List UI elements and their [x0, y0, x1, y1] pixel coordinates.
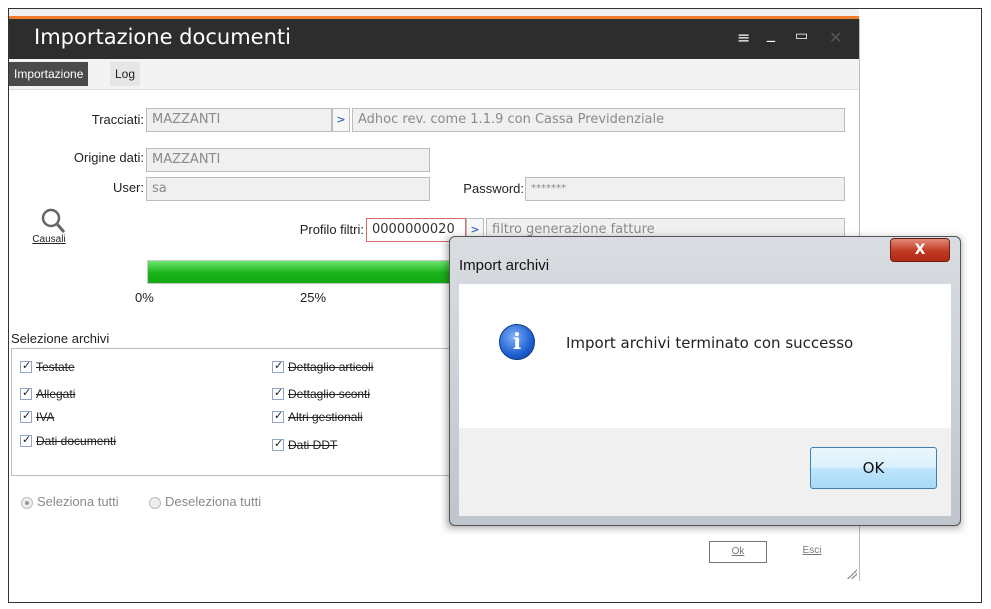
checkbox-testate[interactable]: ✓ Testate — [20, 359, 75, 377]
dialog-close-button[interactable]: X — [890, 238, 950, 262]
menu-icon[interactable]: ≡ — [737, 28, 750, 47]
maximize-icon[interactable]: ▭ — [795, 28, 808, 44]
progress-tick-0: 0% — [135, 290, 154, 305]
selezione-label: Selezione archivi — [11, 331, 110, 346]
selezione-group: ✓ Testate ✓ Dettaglio articoli ✓ Allegati ✓… — [11, 348, 456, 476]
dialog-message: Import archivi terminato con successo — [566, 334, 854, 352]
origine-field[interactable]: MAZZANTI — [146, 148, 430, 172]
checkbox-dettaglio-sconti[interactable]: ✓ Dettaglio sconti — [272, 386, 370, 404]
close-icon[interactable]: ✕ — [829, 28, 842, 47]
exit-button[interactable]: Esci — [787, 541, 837, 561]
password-field[interactable]: ******* — [525, 177, 845, 201]
import-archivi-dialog: Import archivi X i Import archivi termin… — [449, 236, 961, 526]
dialog-title: Import archivi — [459, 257, 550, 274]
origine-label: Origine dati: — [73, 150, 144, 165]
minimize-icon[interactable]: _ — [767, 23, 775, 42]
tab-importazione[interactable]: Importazione — [9, 62, 89, 86]
window-titlebar: Importazione documenti ≡ _ ▭ ✕ — [9, 19, 859, 59]
causali-label[interactable]: Causali — [29, 234, 69, 245]
profilo-label: Profilo filtri: — [299, 222, 364, 237]
dialog-body: i Import archivi terminato con successo — [459, 284, 951, 428]
ok-underlying-button[interactable]: Ok — [709, 541, 767, 563]
tab-log[interactable]: Log — [110, 62, 141, 86]
checkbox-dettaglio-articoli[interactable]: ✓ Dettaglio articoli — [272, 359, 373, 377]
password-label: Password: — [463, 181, 524, 196]
checkbox-dati-ddt[interactable]: ✓ Dati DDT — [272, 437, 337, 455]
dialog-footer: OK — [459, 428, 951, 516]
checkbox-iva[interactable]: ✓ IVA — [20, 409, 54, 427]
tracciati-label: Tracciati: — [91, 112, 144, 127]
radio-seleziona-tutti[interactable]: Seleziona tutti — [21, 494, 119, 509]
progress-tick-25: 25% — [300, 290, 327, 305]
resize-grip[interactable] — [847, 569, 857, 579]
checkbox-dati-documenti[interactable]: ✓ Dati documenti — [20, 433, 116, 451]
tab-bar: Importazione Log — [9, 59, 859, 89]
ok-button[interactable]: OK — [810, 447, 937, 489]
user-label: User: — [112, 180, 144, 195]
radio-deseleziona-tutti[interactable]: Deseleziona tutti — [149, 494, 261, 509]
user-field[interactable]: sa — [146, 177, 430, 201]
tracciati-lookup-button[interactable]: > — [332, 108, 350, 132]
window-title: Importazione documenti — [34, 25, 291, 49]
search-icon[interactable] — [39, 207, 69, 235]
tracciati-description: Adhoc rev. come 1.1.9 con Cassa Previden… — [352, 108, 845, 132]
checkbox-allegati[interactable]: ✓ Allegati — [20, 386, 75, 404]
info-icon: i — [499, 324, 535, 360]
tracciati-field[interactable]: MAZZANTI — [146, 108, 332, 132]
checkbox-altri-gestionali[interactable]: ✓ Altri gestionali — [272, 409, 363, 427]
